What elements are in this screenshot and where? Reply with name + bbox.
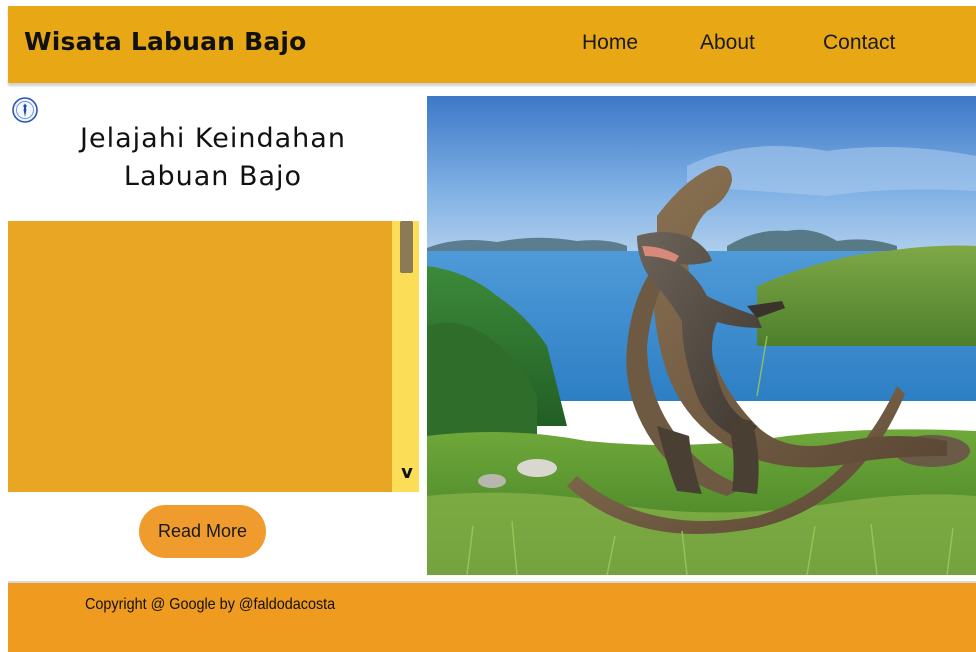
scroll-down-arrow-icon[interactable]: v	[397, 462, 417, 483]
scrollbar-thumb[interactable]	[400, 221, 413, 273]
komodo-illustration	[427, 96, 976, 575]
komodo-dragon-photo	[427, 96, 976, 575]
hero-title-line-2: Labuan Bajo	[123, 161, 303, 192]
read-more-button[interactable]: Read More	[139, 505, 266, 558]
site-header: Wisata Labuan Bajo Home About Contact	[8, 6, 976, 83]
hero-title-line-1: Jelajahi Keindahan	[80, 123, 346, 154]
hero-title: Jelajahi Keindahan Labuan Bajo	[8, 120, 418, 196]
site-footer: Copyright @ Google by @faldodacosta	[8, 581, 976, 652]
nav-link-about[interactable]: About	[700, 31, 755, 55]
scrollable-content-panel[interactable]	[8, 221, 392, 492]
copyright-text: Copyright @ Google by @faldodacosta	[85, 596, 336, 613]
nav-link-home[interactable]: Home	[582, 31, 638, 55]
site-brand[interactable]: Wisata Labuan Bajo	[24, 27, 307, 56]
nav-link-contact[interactable]: Contact	[823, 31, 895, 55]
